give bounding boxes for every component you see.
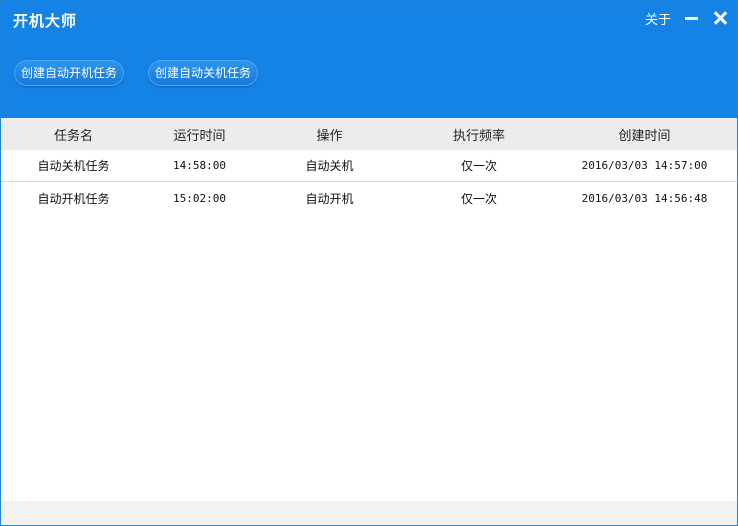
action-cell: 自动关机 xyxy=(305,159,354,173)
close-icon[interactable] xyxy=(713,11,727,25)
created-time-cell: 2016/03/03 14:56:48 xyxy=(581,191,708,205)
header-bar: 开机大师 关于 创建自动开机任务 创建自动关机任务 xyxy=(1,1,737,118)
status-bar xyxy=(1,501,737,525)
about-link[interactable]: 关于 xyxy=(645,9,671,28)
action-cell: 自动开机 xyxy=(305,191,354,206)
table-header: 任务名 运行时间 操作 执行频率 创建时间 xyxy=(1,118,737,150)
frequency-cell: 仅一次 xyxy=(460,159,497,173)
create-shutdown-task-button[interactable]: 创建自动关机任务 xyxy=(148,60,259,86)
created-time-cell: 2016/03/03 14:57:00 xyxy=(581,159,708,172)
column-header-created-time[interactable]: 创建时间 xyxy=(552,125,737,144)
column-header-frequency[interactable]: 执行频率 xyxy=(406,125,552,144)
column-header-task-name[interactable]: 任务名 xyxy=(1,125,146,144)
frequency-cell: 仅一次 xyxy=(460,191,497,206)
column-header-run-time[interactable]: 运行时间 xyxy=(146,125,253,144)
app-title: 开机大师 xyxy=(13,12,78,30)
task-list: 自动关机任务 14:58:00 自动关机 仅一次 2016/03/03 14:5… xyxy=(1,150,737,214)
task-name-cell: 自动开机任务 xyxy=(37,191,110,206)
create-poweron-task-button[interactable]: 创建自动开机任务 xyxy=(14,60,125,86)
run-time-cell: 15:02:00 xyxy=(173,191,226,205)
table-row[interactable]: 自动关机任务 14:58:00 自动关机 仅一次 2016/03/03 14:5… xyxy=(1,150,737,182)
run-time-cell: 14:58:00 xyxy=(173,159,226,172)
window-controls: 关于 xyxy=(645,8,727,28)
column-header-action[interactable]: 操作 xyxy=(253,125,406,144)
minimize-icon[interactable] xyxy=(685,11,699,25)
task-name-cell: 自动关机任务 xyxy=(37,159,110,173)
app-window: 开机大师 关于 创建自动开机任务 创建自动关机任务 任务名 运行时间 操作 执行… xyxy=(0,0,738,526)
table-row[interactable]: 自动开机任务 15:02:00 自动开机 仅一次 2016/03/03 14:5… xyxy=(1,182,737,214)
